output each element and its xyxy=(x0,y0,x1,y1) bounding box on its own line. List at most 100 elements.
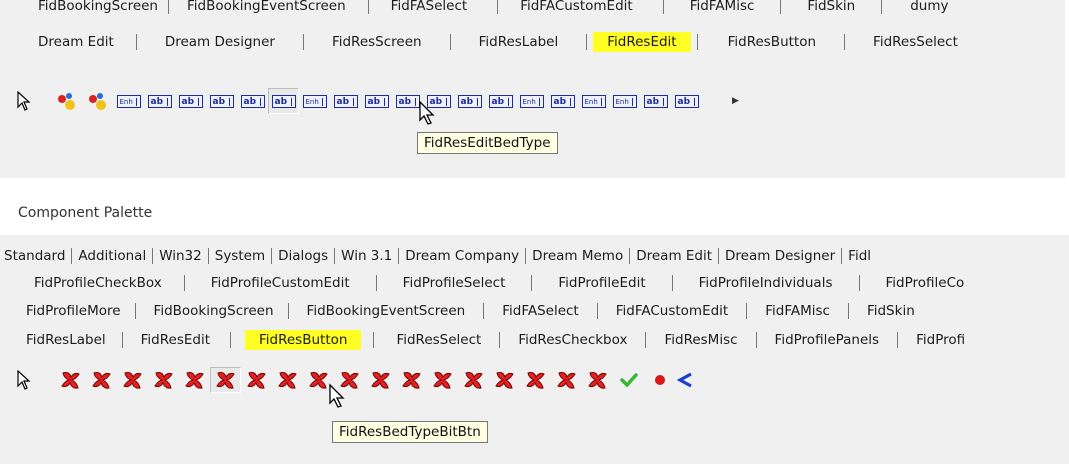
tab-fidprofilecheckbox[interactable]: FidProfileCheckBox xyxy=(0,275,185,291)
tab-fidresbutton[interactable]: FidResButton xyxy=(698,34,846,50)
db-component-icon[interactable] xyxy=(51,88,82,114)
enh-edit-icon[interactable]: Enh xyxy=(516,88,547,114)
tab-fidresscreen[interactable]: FidResScreen xyxy=(304,34,451,50)
bitbtn-icon[interactable] xyxy=(86,367,117,393)
bitbtn-icon[interactable] xyxy=(520,367,551,393)
tab-fidprofilecustomedit[interactable]: FidProfileCustomEdit xyxy=(185,275,377,291)
scroll-right-icon[interactable]: ▶ xyxy=(732,96,739,106)
tab-fidresselect[interactable]: FidResSelect xyxy=(845,34,968,50)
tab-fidprofilemore[interactable]: FidProfileMore xyxy=(0,303,136,319)
db-component-icon[interactable] xyxy=(82,88,113,114)
edit-icon[interactable]: ab xyxy=(671,88,702,114)
tab-fid-truncated[interactable]: Fidl xyxy=(842,248,877,264)
tab-dream-company[interactable]: Dream Company xyxy=(399,248,527,264)
bitbtn-icon[interactable] xyxy=(551,367,582,393)
tab-dream-edit[interactable]: Dream Edit xyxy=(630,248,720,264)
top-component-palette: FidBookingScreen FidBookingEventScreen F… xyxy=(0,0,1065,178)
tab-additional[interactable]: Additional xyxy=(72,248,154,264)
top-tab-row-2: Dream Edit Dream Designer FidResScreen F… xyxy=(0,30,1065,54)
bitbtn-icon[interactable] xyxy=(179,367,210,393)
tab-fidfacustomedit[interactable]: FidFACustomEdit xyxy=(598,303,748,319)
edit-icon[interactable]: ab xyxy=(206,88,237,114)
component-palette-caption: Component Palette xyxy=(18,205,153,221)
bitbtn-icon[interactable] xyxy=(55,367,86,393)
edit-icon[interactable]: ab xyxy=(175,88,206,114)
blue-arrow-left-icon[interactable] xyxy=(675,367,695,393)
bitbtn-icon[interactable] xyxy=(241,367,272,393)
pointer-select-icon[interactable] xyxy=(8,88,39,114)
bitbtn-icon[interactable] xyxy=(148,367,179,393)
tab-fidreslabel[interactable]: FidResLabel xyxy=(451,34,588,50)
edit-icon[interactable]: ab xyxy=(144,88,175,114)
enh-edit-icon[interactable]: Enh xyxy=(609,88,640,114)
edit-icon[interactable]: ab xyxy=(454,88,485,114)
tab-fidfamisc[interactable]: FidFAMisc xyxy=(664,0,782,14)
tab-fidfamisc[interactable]: FidFAMisc xyxy=(747,303,849,319)
tab-fidfacustomedit[interactable]: FidFACustomEdit xyxy=(498,0,664,14)
tab-fidbookingscreen[interactable]: FidBookingScreen xyxy=(136,303,289,319)
edit-icon[interactable]: ab xyxy=(330,88,361,114)
tab-fidresselect[interactable]: FidResSelect xyxy=(374,332,501,348)
tab-win31[interactable]: Win 3.1 xyxy=(335,248,400,264)
tab-dream-designer[interactable]: Dream Designer xyxy=(719,248,843,264)
tab-dream-edit[interactable]: Dream Edit xyxy=(0,34,137,50)
mouse-cursor-icon xyxy=(419,100,435,125)
green-checkmark-icon[interactable] xyxy=(613,367,644,393)
tab-fidresedit[interactable]: FidResEdit xyxy=(123,332,231,348)
edit-icon: ab xyxy=(147,94,172,108)
bitbtn-icon[interactable] xyxy=(427,367,458,393)
pointer-select-icon[interactable] xyxy=(8,367,39,393)
bitbtn-icon[interactable] xyxy=(365,367,396,393)
bitbtn-icon[interactable] xyxy=(117,367,148,393)
bitbtn-icon[interactable] xyxy=(396,367,427,393)
bitbtn-icon[interactable] xyxy=(458,367,489,393)
edit-icon: ab xyxy=(271,94,296,108)
tab-fidskin[interactable]: FidSkin xyxy=(849,303,925,319)
tab-system[interactable]: System xyxy=(209,248,273,264)
tab-win32[interactable]: Win32 xyxy=(153,248,209,264)
tooltip: FidResEditBedType xyxy=(417,132,558,154)
tab-fidresbutton-wrap: FidResButton xyxy=(245,330,362,350)
tab-fidbookingeventscreen[interactable]: FidBookingEventScreen xyxy=(289,303,485,319)
fidreseditbedtype-icon[interactable]: ab xyxy=(268,88,299,114)
enh-edit-icon[interactable]: Enh xyxy=(578,88,609,114)
tab-fidresbutton[interactable]: FidResButton xyxy=(245,330,362,350)
tab-fidfaselect[interactable]: FidFASelect xyxy=(484,303,598,319)
tab-fidresedit-wrap: FidResEdit xyxy=(593,32,691,52)
bitbtn-icon[interactable] xyxy=(582,367,613,393)
tab-standard[interactable]: Standard xyxy=(0,248,73,264)
bitbtn-icon[interactable] xyxy=(272,367,303,393)
edit-icon[interactable]: ab xyxy=(361,88,392,114)
tab-fidbookingscreen[interactable]: FidBookingScreen xyxy=(0,0,169,14)
enh-edit-icon[interactable]: Enh xyxy=(113,88,144,114)
tab-fidprofileindividuals[interactable]: FidProfileIndividuals xyxy=(673,275,860,291)
edit-icon: ab xyxy=(178,94,203,108)
tab-fidprofileco-truncated[interactable]: FidProfileCo xyxy=(860,275,975,291)
edit-icon[interactable]: ab xyxy=(485,88,516,114)
fidresbedtypebitbtn-icon[interactable] xyxy=(210,367,241,393)
enh-edit-icon[interactable]: Enh xyxy=(299,88,330,114)
tab-fidprofi-truncated[interactable]: FidProfi xyxy=(898,332,975,348)
tab-fidbookingeventscreen[interactable]: FidBookingEventScreen xyxy=(169,0,369,14)
tab-fidskin[interactable]: FidSkin xyxy=(781,0,883,14)
tab-fidrescheckbox[interactable]: FidResCheckbox xyxy=(500,332,647,348)
tab-fidresedit[interactable]: FidResEdit xyxy=(593,32,691,52)
tab-dream-memo[interactable]: Dream Memo xyxy=(526,248,631,264)
tab-dialogs[interactable]: Dialogs xyxy=(272,248,336,264)
bitbtn-icon[interactable] xyxy=(489,367,520,393)
tab-fidreslabel[interactable]: FidResLabel xyxy=(0,332,123,348)
tab-fidresmisc[interactable]: FidResMisc xyxy=(646,332,757,348)
edit-icon[interactable]: ab xyxy=(640,88,671,114)
mouse-cursor-icon xyxy=(329,383,345,408)
red-dot-icon[interactable] xyxy=(644,367,675,393)
tab-fidfaselect[interactable]: FidFASelect xyxy=(369,0,499,14)
edit-icon[interactable]: ab xyxy=(547,88,578,114)
edit-icon: ab xyxy=(395,94,420,108)
tab-fidprofilepanels[interactable]: FidProfilePanels xyxy=(757,332,899,348)
edit-icon: ab xyxy=(333,94,358,108)
tab-dream-designer[interactable]: Dream Designer xyxy=(137,34,304,50)
tab-dumy[interactable]: dumy xyxy=(882,0,958,14)
tab-fidprofileedit[interactable]: FidProfileEdit xyxy=(532,275,673,291)
tab-fidprofileselect[interactable]: FidProfileSelect xyxy=(377,275,533,291)
edit-icon[interactable]: ab xyxy=(237,88,268,114)
